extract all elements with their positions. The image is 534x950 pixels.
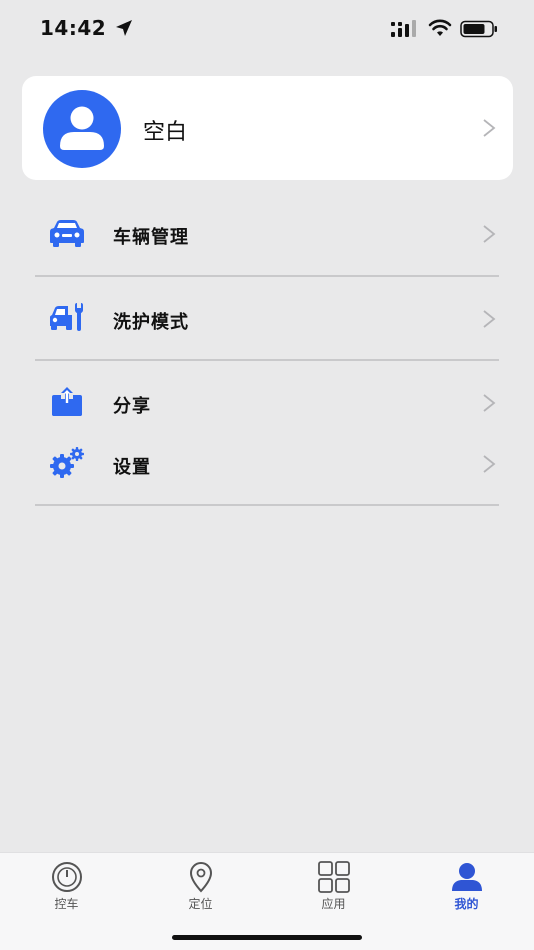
divider	[35, 504, 499, 506]
menu-item-wash-mode[interactable]: 洗护模式	[0, 289, 534, 349]
avatar[interactable]	[43, 90, 121, 168]
location-pin-icon	[189, 862, 212, 893]
chevron-right-icon	[483, 394, 496, 412]
home-indicator	[172, 935, 362, 940]
chevron-right-icon	[483, 455, 496, 473]
cellular-signal-icon	[391, 20, 416, 37]
tab-apps[interactable]: 应用	[267, 853, 400, 923]
menu-item-share[interactable]: 分享	[0, 373, 534, 433]
chevron-right-icon	[483, 119, 496, 137]
menu-item-vehicle-management[interactable]: 车辆管理	[0, 204, 534, 264]
profile-name: 空白	[143, 120, 188, 145]
tab-location[interactable]: 定位	[134, 853, 267, 923]
share-upload-icon	[52, 387, 82, 416]
chevron-right-icon	[483, 225, 496, 243]
wifi-icon	[428, 19, 452, 36]
chevron-right-icon	[483, 310, 496, 328]
power-icon	[51, 862, 82, 892]
avatar-person-icon	[60, 106, 104, 150]
tab-label: 定位	[188, 897, 213, 911]
tab-label: 应用	[321, 897, 346, 911]
car-icon	[50, 220, 84, 247]
car-wrench-icon	[50, 303, 83, 331]
menu-item-settings[interactable]: 设置	[0, 434, 534, 494]
tab-label: 我的	[454, 897, 479, 911]
tab-control-car[interactable]: 控车	[0, 853, 133, 923]
menu-item-label: 车辆管理	[113, 227, 189, 248]
grid-icon	[317, 861, 350, 893]
person-icon	[451, 863, 482, 891]
status-time: 14:42	[40, 16, 107, 40]
tab-label: 控车	[54, 897, 79, 911]
menu-item-label: 洗护模式	[113, 312, 189, 333]
battery-icon	[460, 20, 497, 38]
tab-mine[interactable]: 我的	[400, 853, 533, 923]
profile-card[interactable]: 空白	[22, 76, 513, 180]
divider	[35, 359, 499, 361]
gears-icon	[50, 447, 84, 478]
profile-screen: 14:42 空白 车辆管理 洗护模式 分享 设置 控车 定位 应用 我的	[0, 0, 534, 950]
menu-item-label: 分享	[113, 396, 151, 417]
menu-item-label: 设置	[113, 457, 151, 478]
divider	[35, 275, 499, 277]
status-bar: 14:42	[0, 0, 534, 58]
location-arrow-icon	[116, 20, 132, 36]
